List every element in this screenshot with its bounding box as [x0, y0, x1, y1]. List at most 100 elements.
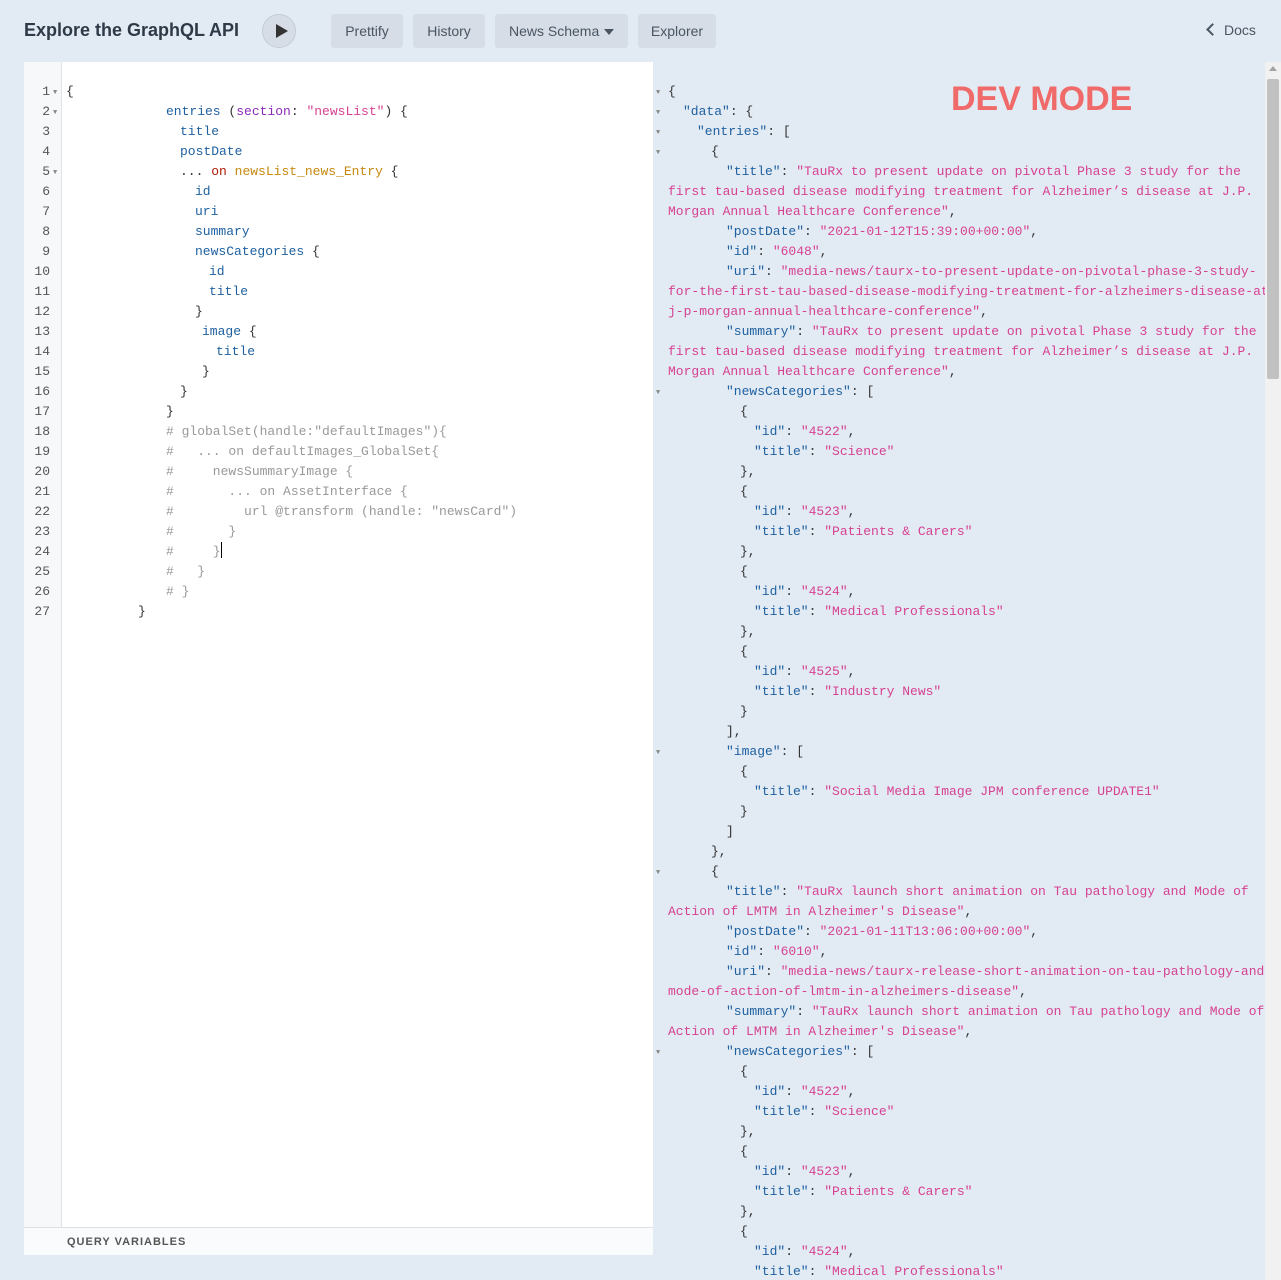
- code-comment: # globalSet(handle:"defaultImages"){: [166, 424, 447, 439]
- result-text: "postDate": "2021-01-11T13:06:00+00:00",: [726, 922, 1038, 942]
- code-token: summary: [195, 224, 250, 239]
- query-code[interactable]: 1 ▼{ 2 ▼ entries (section: "newsList") { 3t…: [24, 62, 653, 1227]
- json-token: :: [850, 384, 867, 399]
- query-variables-bar[interactable]: QUERY VARIABLES: [24, 1227, 653, 1255]
- prettify-button[interactable]: Prettify: [331, 14, 403, 48]
- chevron-left-icon: [1206, 23, 1219, 36]
- fold-arrow-icon[interactable]: ▼: [656, 103, 660, 123]
- execute-query-button[interactable]: [262, 14, 296, 48]
- line-number: 18: [34, 424, 50, 439]
- code-line: 19 # ... on defaultImages_GlobalSet{: [24, 442, 653, 462]
- schema-select[interactable]: News Schema: [495, 14, 628, 48]
- fold-arrow-icon[interactable]: ▼: [656, 1043, 660, 1063]
- json-string: mode-of-action-of-lmtm-in-alzheimers-dis…: [668, 984, 1020, 999]
- json-key: "entries": [697, 124, 768, 139]
- code-token: }: [166, 404, 174, 419]
- json-token: :: [780, 164, 797, 179]
- code-text: entries (section: "newsList") {: [166, 102, 408, 122]
- json-string: "4524": [800, 1244, 848, 1259]
- result-text: "uri": "media-news/taurx-release-short-a…: [726, 962, 1265, 982]
- fold-arrow-icon[interactable]: ▼: [656, 743, 660, 763]
- line-number: 1: [42, 84, 50, 99]
- fold-arrow-icon[interactable]: ▼: [656, 83, 660, 103]
- json-key: "title": [726, 164, 781, 179]
- result-text: "id": "4522",: [754, 1082, 855, 1102]
- json-key: "title": [754, 684, 809, 699]
- json-token: :: [780, 744, 797, 759]
- json-token: {: [740, 1144, 748, 1159]
- json-token: {: [740, 564, 748, 579]
- fold-arrow-icon[interactable]: ▼: [656, 863, 660, 883]
- query-variables-label: QUERY VARIABLES: [67, 1236, 187, 1248]
- json-token: },: [711, 844, 727, 859]
- scrollbar-thumb[interactable]: [1267, 79, 1279, 379]
- fold-arrow-icon[interactable]: ▼: [53, 103, 57, 123]
- line-number: 13: [34, 324, 50, 339]
- code-line: 17}: [24, 402, 653, 422]
- json-token: :: [785, 1244, 801, 1259]
- code-token: {: [382, 164, 399, 179]
- fold-arrow-icon[interactable]: ▼: [656, 123, 660, 143]
- scroll-up-arrow-icon[interactable]: [1269, 66, 1277, 71]
- json-token: :: [796, 324, 812, 339]
- json-key: "id": [754, 504, 786, 519]
- json-key: "title": [754, 784, 809, 799]
- json-token: [: [796, 744, 805, 759]
- json-key: "postDate": [726, 924, 805, 939]
- fold-arrow-icon[interactable]: ▼: [656, 383, 660, 403]
- code-text: image {: [202, 322, 257, 342]
- code-line: 9 newsCategories {: [24, 242, 653, 262]
- result-text: "title": "Patients & Carers": [754, 522, 972, 542]
- line-number: 23: [34, 524, 50, 539]
- json-token: },: [740, 464, 756, 479]
- code-line: 14 title: [24, 342, 653, 362]
- line-number: 11: [34, 284, 50, 299]
- result-text: {: [668, 82, 676, 102]
- result-text: "title": "Medical Professionals": [754, 602, 1004, 622]
- schema-select-label: News Schema: [509, 23, 600, 39]
- explorer-button[interactable]: Explorer: [638, 14, 716, 48]
- json-token: },: [740, 1124, 756, 1139]
- json-token: {: [740, 404, 748, 419]
- code-comment: # }: [166, 524, 237, 539]
- query-editor[interactable]: 1 ▼{ 2 ▼ entries (section: "newsList") { 3t…: [24, 62, 653, 1255]
- line-number: 12: [34, 304, 50, 319]
- code-token: }: [180, 384, 188, 399]
- json-key: "uri": [726, 264, 766, 279]
- json-string: "TauRx to present update on pivotal Phas…: [811, 324, 1257, 339]
- code-comment: # ... on defaultImages_GlobalSet{: [166, 444, 440, 459]
- code-line: 10 id: [24, 262, 653, 282]
- json-token: ,: [819, 244, 828, 259]
- result-text: "id": "6048",: [726, 242, 827, 262]
- json-key: "newsCategories": [726, 1044, 851, 1059]
- json-string: "2021-01-11T13:06:00+00:00": [819, 924, 1031, 939]
- json-token: ,: [847, 504, 856, 519]
- result-text: "id": "4525",: [754, 662, 855, 682]
- line-number: 17: [34, 404, 50, 419]
- json-token: ]: [726, 824, 734, 839]
- code-token: {: [304, 244, 320, 259]
- code-line: 18 # globalSet(handle:"defaultImages"){: [24, 422, 653, 442]
- code-token: }: [195, 304, 203, 319]
- result-panel[interactable]: DEV MODE ▼{ ▼ "data": { ▼ "entries": [ ▼{ …: [653, 62, 1265, 1280]
- json-string: "6048": [772, 244, 820, 259]
- result-scrollbar[interactable]: [1265, 62, 1281, 1280]
- json-token: ,: [847, 584, 856, 599]
- result-text: "id": "4523",: [754, 502, 855, 522]
- json-token: {: [740, 484, 748, 499]
- docs-link[interactable]: Docs: [1206, 22, 1256, 38]
- code-text: ... on newsList_news_Entry {: [180, 162, 398, 182]
- code-text: # }: [166, 542, 222, 562]
- result-text: "data": {: [683, 102, 753, 122]
- fold-arrow-icon[interactable]: ▼: [53, 83, 57, 103]
- fold-arrow-icon[interactable]: ▼: [656, 143, 660, 163]
- code-token: section: [236, 104, 291, 119]
- result-text: "title": "Patients & Carers": [754, 1182, 972, 1202]
- json-token: :: [804, 924, 820, 939]
- json-token: {: [740, 1064, 748, 1079]
- history-button[interactable]: History: [413, 14, 485, 48]
- json-key: "newsCategories": [726, 384, 851, 399]
- result-text: "uri": "media-news/taurx-to-present-upda…: [726, 262, 1257, 282]
- fold-arrow-icon[interactable]: ▼: [53, 163, 57, 183]
- code-comment: # ... on AssetInterface {: [166, 484, 408, 499]
